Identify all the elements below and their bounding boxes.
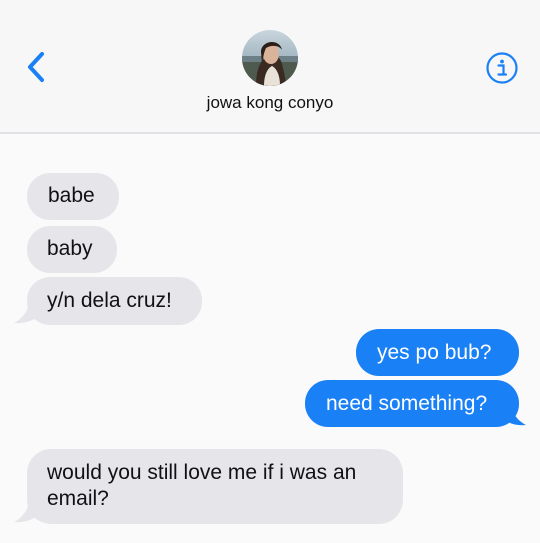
info-button[interactable] bbox=[485, 51, 519, 85]
message-text: yes po bub? bbox=[377, 341, 492, 364]
message-bubble-outgoing[interactable]: yes po bub? bbox=[356, 329, 519, 376]
message-text: babe bbox=[48, 184, 95, 207]
message-text: would you still love me if i was an emai… bbox=[47, 461, 357, 510]
message-bubble-incoming[interactable]: y/n dela cruz! bbox=[27, 277, 202, 325]
info-icon bbox=[486, 52, 518, 84]
contact-avatar[interactable] bbox=[242, 30, 298, 86]
message-text: need something? bbox=[326, 392, 488, 415]
message-text: baby bbox=[47, 237, 93, 260]
conversation-header: jowa kong conyo bbox=[0, 0, 540, 134]
message-text: y/n dela cruz! bbox=[47, 289, 172, 312]
message-bubble-incoming[interactable]: would you still love me if i was an emai… bbox=[27, 449, 403, 524]
avatar-photo bbox=[242, 30, 298, 86]
message-bubble-incoming[interactable]: babe bbox=[27, 173, 119, 220]
back-button[interactable] bbox=[22, 50, 52, 84]
contact-name[interactable]: jowa kong conyo bbox=[0, 93, 540, 113]
message-bubble-outgoing[interactable]: need something? bbox=[305, 380, 519, 427]
chevron-left-icon bbox=[28, 52, 44, 82]
message-bubble-incoming[interactable]: baby bbox=[27, 226, 117, 273]
